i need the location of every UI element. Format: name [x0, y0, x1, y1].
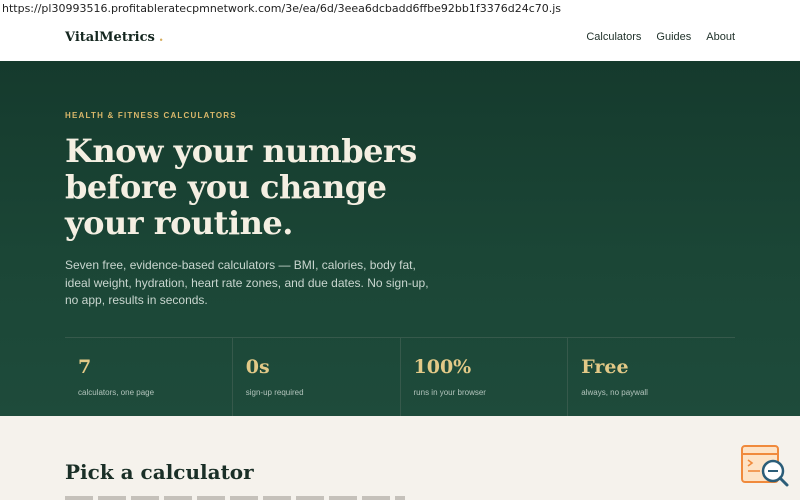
search-help-icon[interactable] [740, 444, 790, 488]
stat-free: Free always, no paywall [568, 338, 735, 416]
stat-label: sign-up required [245, 388, 304, 397]
nav-link-guides[interactable]: Guides [656, 31, 691, 43]
hero-description: Seven free, evidence-based calculators —… [65, 258, 429, 307]
nav-link-about[interactable]: About [706, 31, 735, 43]
stat-signup: 0s sign-up required [233, 338, 401, 416]
hero-eyebrow: HEALTH & FITNESS CALCULATORS [65, 111, 237, 120]
hero-section: HEALTH & FITNESS CALCULATORS Know your n… [0, 61, 800, 416]
stat-value: 0s [245, 356, 270, 378]
section-intro-text [65, 496, 405, 500]
stat-calculators: 7 calculators, one page [65, 338, 233, 416]
stats-row: 7 calculators, one page 0s sign-up requi… [65, 337, 735, 416]
stat-value: 7 [78, 356, 92, 378]
brand-name: VitalMetrics [65, 30, 155, 45]
stat-value: Free [581, 356, 629, 378]
brand-dot: . [158, 30, 164, 45]
stat-browser: 100% runs in your browser [401, 338, 569, 416]
hero-headline: Know your numbers before you change your… [65, 132, 417, 242]
nav-links: Calculators Guides About [586, 31, 735, 43]
stat-label: always, no paywall [581, 388, 648, 397]
brand-logo[interactable]: VitalMetrics. [65, 30, 163, 45]
stat-label: runs in your browser [413, 388, 486, 397]
stat-label: calculators, one page [78, 388, 155, 397]
stat-value: 100% [413, 356, 472, 378]
nav-link-calculators[interactable]: Calculators [586, 31, 641, 43]
section-title: Pick a calculator [65, 460, 254, 484]
top-nav: VitalMetrics. Calculators Guides About [0, 17, 800, 61]
url-text: https://pl30993516.profitableratecpmnetw… [0, 0, 800, 17]
